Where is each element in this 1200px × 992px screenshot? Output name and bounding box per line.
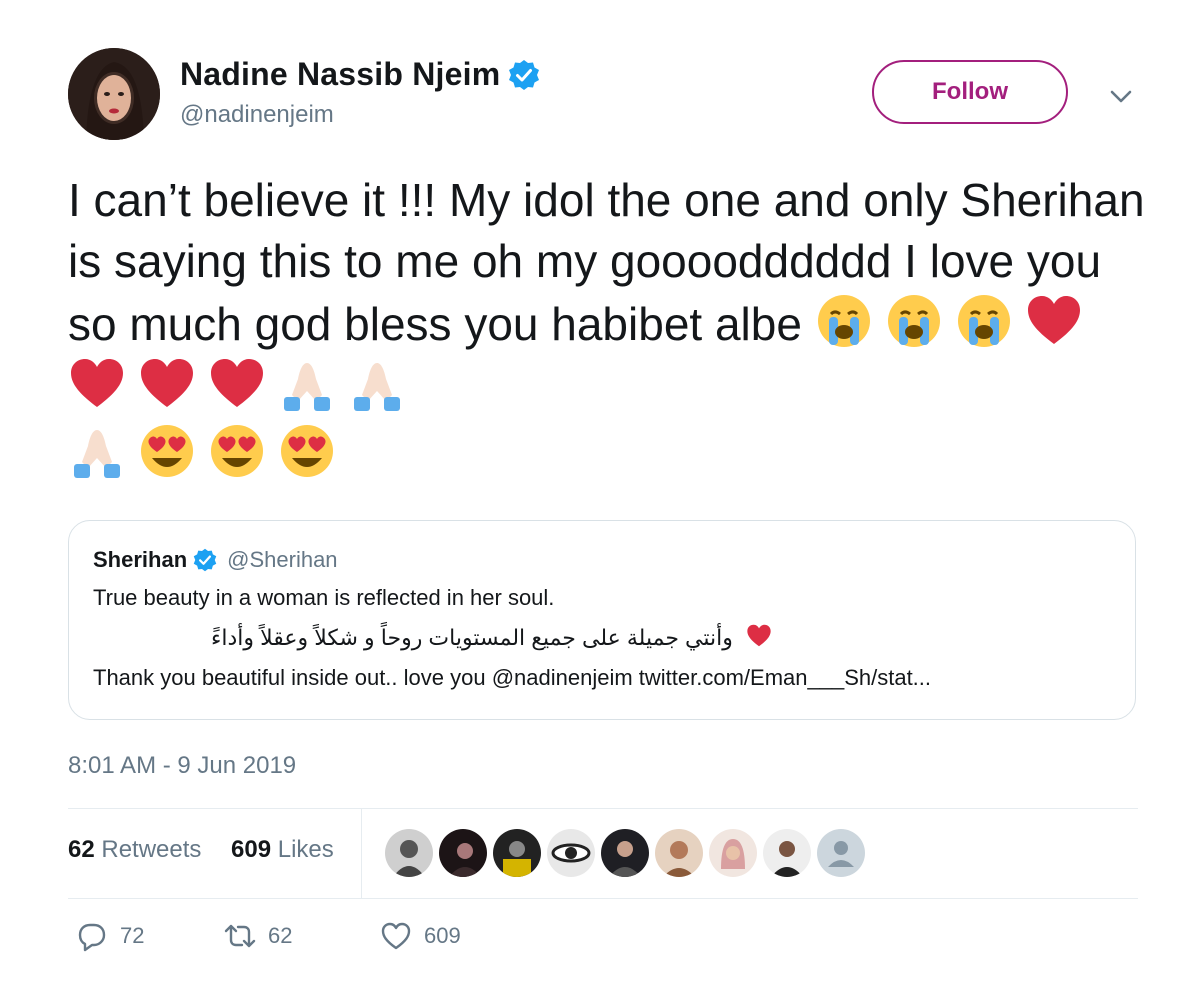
verified-badge-icon xyxy=(193,548,217,572)
tweet-timestamp[interactable]: 8:01 AM - 9 Jun 2019 xyxy=(68,752,296,780)
liker-avatars xyxy=(384,828,866,878)
liker-avatar[interactable] xyxy=(384,828,434,878)
liker-avatar[interactable] xyxy=(492,828,542,878)
reply-icon xyxy=(78,923,106,952)
retweets-count: 62 xyxy=(68,836,95,863)
likes-stat[interactable]: 609 Likes xyxy=(231,836,334,864)
quoted-author-name: Sherihan xyxy=(93,547,188,572)
red-heart-icon xyxy=(138,355,196,413)
retweet-button[interactable]: 62 xyxy=(224,920,292,952)
author-handle[interactable]: @nadinenjeim xyxy=(180,101,540,129)
liker-avatar[interactable] xyxy=(600,828,650,878)
quoted-tweet[interactable]: Sherihan @Sherihan True beauty in a woma… xyxy=(68,520,1136,720)
divider xyxy=(68,898,1138,899)
red-heart-icon xyxy=(1025,292,1083,350)
like-button[interactable]: 609 xyxy=(380,920,461,952)
heart-eyes-face-icon xyxy=(208,422,266,480)
folded-hands-icon xyxy=(278,355,336,413)
tweet-text: I can’t believe it !!! My idol the one a… xyxy=(68,170,1148,485)
tweet-emoji-line2 xyxy=(68,422,1148,485)
retweets-label: Retweets xyxy=(101,836,202,863)
quoted-author-handle: @Sherihan xyxy=(227,547,338,572)
liker-avatar[interactable] xyxy=(708,828,758,878)
likes-count: 609 xyxy=(231,836,272,863)
heart-eyes-face-icon xyxy=(278,422,336,480)
like-count: 609 xyxy=(424,923,461,948)
liker-avatar[interactable] xyxy=(762,828,812,878)
liker-avatar[interactable] xyxy=(654,828,704,878)
chevron-down-icon[interactable] xyxy=(1106,84,1136,108)
retweet-icon xyxy=(224,924,256,948)
reply-button[interactable]: 72 xyxy=(76,920,144,952)
heart-eyes-face-icon xyxy=(138,422,196,480)
folded-hands-icon xyxy=(348,355,406,413)
author-display-name[interactable]: Nadine Nassib Njeim xyxy=(180,56,500,93)
tweet-stats: 62 Retweets 609 Likes xyxy=(68,808,1138,898)
tweet-actions: 72 62 609 xyxy=(68,920,1138,968)
quoted-text-line3: Thank you beautiful inside out.. love yo… xyxy=(93,665,932,690)
quoted-arabic-text: وأنتي جميلة على جميع المستويات روحاً و ش… xyxy=(210,625,733,650)
divider xyxy=(361,808,362,898)
red-heart-icon xyxy=(68,355,126,413)
liker-avatar[interactable] xyxy=(546,828,596,878)
quoted-tweet-header: Sherihan @Sherihan xyxy=(93,547,1111,573)
quoted-text-line1: True beauty in a woman is reflected in h… xyxy=(93,585,555,610)
retweet-count: 62 xyxy=(268,923,293,948)
author-avatar[interactable] xyxy=(68,48,160,140)
default-avatar-icon[interactable] xyxy=(816,828,866,878)
tweet-header: Nadine Nassib Njeim @nadinenjeim Follow xyxy=(68,48,1148,148)
retweets-stat[interactable]: 62 Retweets xyxy=(68,836,201,864)
folded-hands-icon xyxy=(68,422,126,480)
red-heart-icon xyxy=(208,355,266,413)
likes-label: Likes xyxy=(277,836,334,863)
verified-badge-icon xyxy=(508,59,540,91)
red-heart-icon xyxy=(745,623,773,649)
liker-avatar[interactable] xyxy=(438,828,488,878)
quoted-text-line2: وأنتي جميلة على جميع المستويات روحاً و ش… xyxy=(93,623,773,653)
loudly-crying-face-icon xyxy=(815,292,873,350)
heart-icon xyxy=(381,922,411,950)
author-name-block: Nadine Nassib Njeim @nadinenjeim xyxy=(180,56,540,129)
loudly-crying-face-icon xyxy=(955,292,1013,350)
reply-count: 72 xyxy=(120,923,145,948)
loudly-crying-face-icon xyxy=(885,292,943,350)
follow-button[interactable]: Follow xyxy=(872,60,1068,124)
